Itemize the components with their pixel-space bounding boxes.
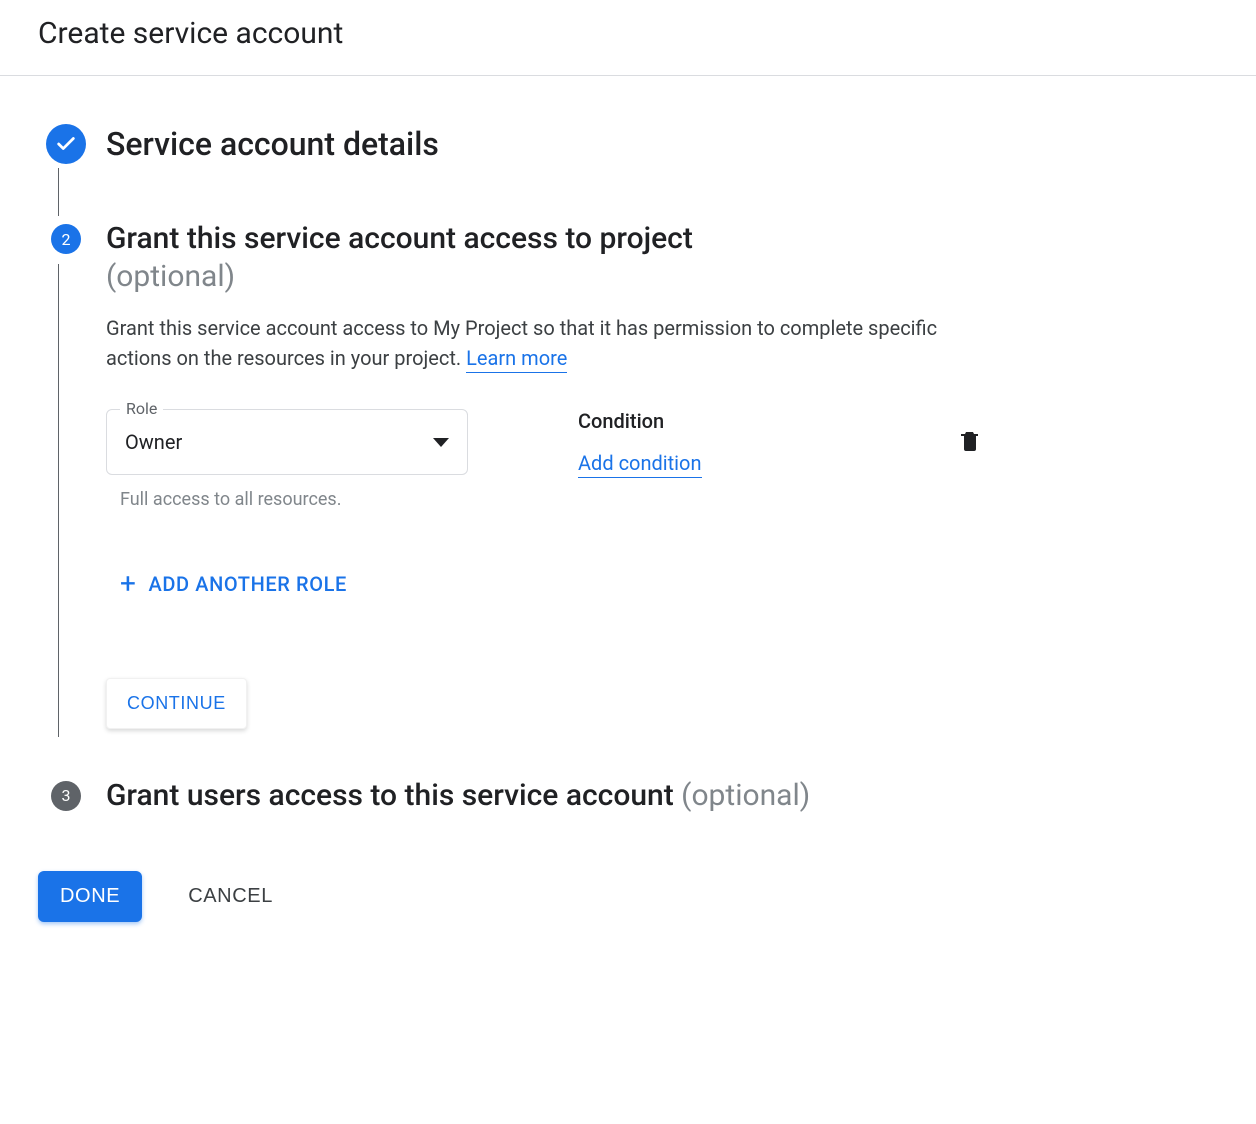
plus-icon: + [120, 570, 137, 598]
step2-body: Grant this service account access to pro… [94, 220, 1218, 749]
step-service-account-details: Service account details [38, 124, 1218, 164]
role-helper-text: Full access to all resources. [120, 489, 566, 510]
step3-number-icon: 3 [51, 781, 81, 811]
step3-optional: (optional) [681, 778, 810, 813]
add-role-label: ADD ANOTHER ROLE [149, 572, 347, 596]
role-value: Owner [125, 430, 182, 454]
step-connector [58, 168, 59, 216]
role-label: Role [120, 399, 163, 418]
step2-number-icon: 2 [51, 224, 81, 254]
cancel-button[interactable]: CANCEL [188, 885, 273, 908]
step2-title-text: Grant this service account access to pro… [106, 221, 693, 256]
step-grant-users-access: 3 Grant users access to this service acc… [38, 777, 1218, 815]
step1-body: Service account details [94, 124, 1218, 164]
step3-title: Grant users access to this service accou… [106, 778, 810, 813]
role-select[interactable]: Owner [106, 409, 468, 475]
add-another-role-button[interactable]: + ADD ANOTHER ROLE [120, 570, 347, 598]
step-grant-access-project: 2 Grant this service account access to p… [38, 220, 1218, 749]
step3-title-text: Grant users access to this service accou… [106, 778, 681, 813]
step-connector [58, 264, 59, 737]
footer-actions: DONE CANCEL [38, 871, 1218, 922]
continue-button[interactable]: CONTINUE [106, 678, 247, 729]
stepper-content: Service account details 2 Grant this ser… [0, 76, 1256, 962]
check-icon [46, 124, 86, 164]
role-row: Role Owner Full access to all resources.… [106, 409, 1218, 510]
learn-more-link[interactable]: Learn more [466, 346, 567, 373]
trash-icon[interactable] [958, 427, 982, 459]
step1-indicator [38, 124, 94, 164]
step2-indicator: 2 [38, 220, 94, 254]
step3-body: Grant users access to this service accou… [94, 777, 1218, 815]
role-column: Role Owner Full access to all resources. [106, 409, 566, 510]
role-field: Role Owner [106, 409, 566, 475]
step1-title: Service account details [106, 125, 439, 163]
page-header: Create service account [0, 0, 1256, 76]
caret-down-icon [433, 438, 449, 447]
step3-indicator: 3 [38, 781, 94, 811]
done-button[interactable]: DONE [38, 871, 142, 922]
condition-column: Condition Add condition [578, 409, 958, 478]
condition-label: Condition [578, 409, 958, 433]
step2-optional: (optional) [106, 259, 235, 294]
add-condition-link[interactable]: Add condition [578, 451, 702, 478]
page-title: Create service account [38, 16, 1218, 51]
step2-title: Grant this service account access to pro… [106, 220, 1218, 295]
step2-description: Grant this service account access to My … [106, 313, 956, 373]
delete-column [958, 427, 982, 459]
